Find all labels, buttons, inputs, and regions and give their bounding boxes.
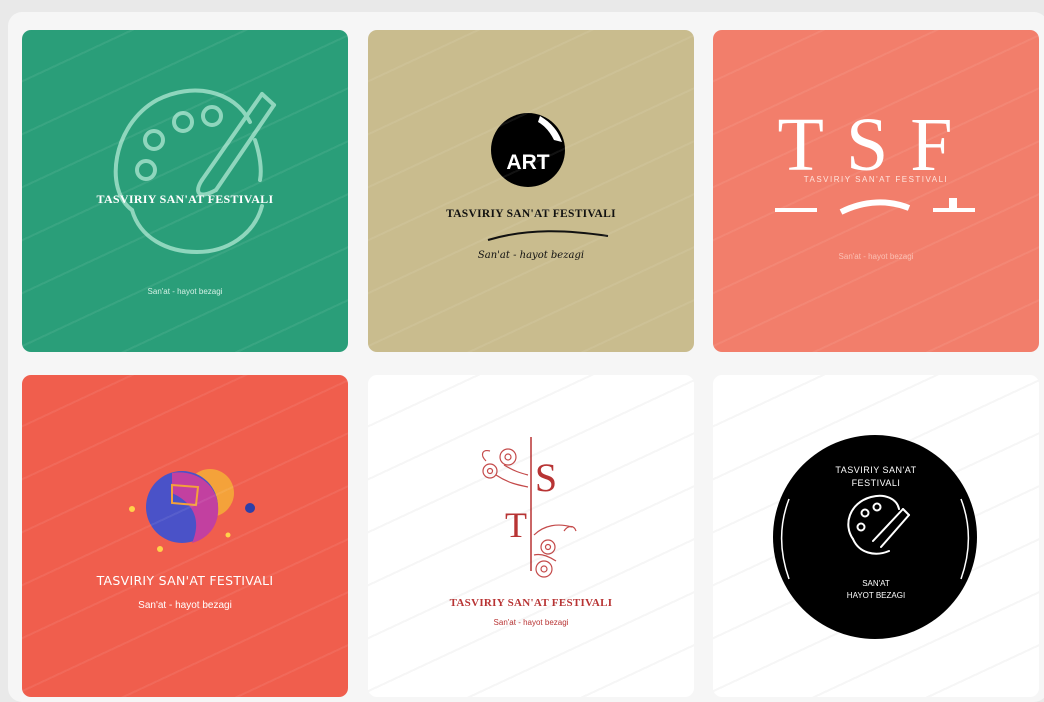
- card-title: TASVIRIY SAN'AT FESTIVALI: [96, 192, 274, 206]
- art-badge-label: ART: [506, 151, 549, 174]
- card-title-line1: TASVIRIY SAN'AT: [835, 465, 917, 475]
- card-title: TASVIRIY SAN'AT FESTIVALI: [803, 175, 949, 184]
- tsf-monogram-graphic: TSF: [753, 103, 1003, 215]
- art-circle-icon: ART: [487, 113, 609, 241]
- logo-card-khaki[interactable]: ART TASVIRIY SAN'AT FESTIVALI San'at - h…: [368, 30, 694, 352]
- card-tagline: San'at - hayot bezagi: [838, 252, 914, 261]
- card-tagline: San'at - hayot bezagi: [477, 250, 585, 261]
- logo-card-salmon[interactable]: TSF TASVIRIY SAN'AT FESTIVALI San'at - h…: [713, 30, 1039, 352]
- monogram-s: S: [535, 455, 557, 500]
- card-title-line2: FESTIVALI: [851, 478, 901, 488]
- card-tagline: San'at - hayot bezagi: [138, 600, 232, 611]
- abstract-face-icon: [129, 469, 255, 552]
- logo-card-black-circle[interactable]: TASVIRIY SAN'AT FESTIVALI SAN'AT HAYOT B…: [713, 375, 1039, 697]
- logo-card-coral[interactable]: TASVIRIY SAN'AT FESTIVALI San'at - hayot…: [22, 375, 348, 697]
- black-circle-badge: [773, 435, 977, 639]
- monogram-t: T: [505, 505, 527, 545]
- card-tagline: San'at - hayot bezagi: [493, 618, 569, 627]
- floral-branch-icon: S T: [481, 437, 577, 578]
- card-tagline-line1: SAN'AT: [862, 579, 890, 588]
- card-title: TASVIRIY SAN'AT FESTIVALI: [449, 597, 613, 609]
- card-tagline: San'at - hayot bezagi: [147, 287, 223, 296]
- card-tagline-line2: HAYOT BEZAGI: [846, 591, 906, 600]
- card-title: TASVIRIY SAN'AT FESTIVALI: [96, 573, 274, 588]
- logo-card-green[interactable]: TASVIRIY SAN'AT FESTIVALI San'at - hayot…: [22, 30, 348, 352]
- palette-brush-icon: [113, 88, 276, 254]
- logo-card-white-floral[interactable]: S T TASVIRIY SAN'AT FESTIVALI San'at - h…: [368, 375, 694, 697]
- card-title: TASVIRIY SAN'AT FESTIVALI: [446, 208, 616, 220]
